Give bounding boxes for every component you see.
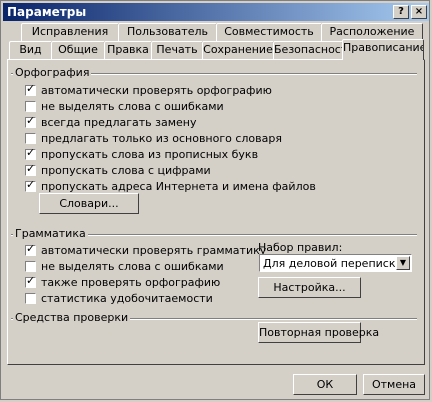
- checkbox-label: пропускать адреса Интернета и имена файл…: [41, 180, 316, 193]
- writing-style-select[interactable]: Для деловой переписки ▼: [259, 254, 412, 272]
- checkbox-label: предлагать только из основного словаря: [41, 132, 282, 145]
- ok-button[interactable]: ОК: [293, 374, 357, 395]
- check-icon: ✓: [26, 274, 36, 287]
- writing-style-value: Для деловой переписки: [263, 257, 403, 270]
- checkbox-label: не выделять слова с ошибками: [41, 260, 224, 273]
- tab-user-info[interactable]: Пользователь: [118, 23, 217, 41]
- checkbox-box: [25, 261, 36, 272]
- spelling-group-title: Орфография: [13, 66, 92, 79]
- grammar-group-title: Грамматика: [13, 227, 88, 240]
- check-icon: ✓: [26, 162, 36, 175]
- recheck-document-button[interactable]: Повторная проверка: [258, 322, 379, 343]
- rules-label: Набор правил:: [258, 241, 343, 254]
- chevron-down-icon[interactable]: ▼: [396, 256, 410, 270]
- cancel-button[interactable]: Отмена: [363, 374, 425, 395]
- checkbox-label: всегда предлагать замену: [41, 116, 197, 129]
- checkbox-label: не выделять слова с ошибками: [41, 100, 224, 113]
- check-icon: ✓: [26, 178, 36, 191]
- tab-track-changes[interactable]: Исправления: [21, 23, 119, 41]
- checkbox-label: также проверять орфографию: [41, 276, 221, 289]
- check-icon: ✓: [26, 242, 36, 255]
- checkbox-label: статистика удобочитаемости: [41, 292, 213, 305]
- tab-security[interactable]: Безопасность: [273, 41, 343, 59]
- close-button[interactable]: ×: [411, 5, 427, 19]
- grammar-settings-button[interactable]: Настройка...: [258, 277, 361, 298]
- checkbox-box: [25, 293, 36, 304]
- help-button[interactable]: ?: [393, 5, 409, 19]
- tab-print[interactable]: Печать: [151, 41, 203, 59]
- tab-general[interactable]: Общие: [51, 41, 105, 59]
- checkbox-label: автоматически проверять орфографию: [41, 84, 272, 97]
- dictionaries-button[interactable]: Словари...: [39, 193, 139, 214]
- tab-view[interactable]: Вид: [9, 41, 52, 59]
- proofing-group-title: Средства проверки: [13, 311, 131, 324]
- check-icon: ✓: [26, 146, 36, 159]
- title-bar: Параметры: [3, 3, 429, 21]
- check-icon: ✓: [26, 114, 36, 127]
- checkbox-box: [25, 101, 36, 112]
- checkbox-label: автоматически проверять грамматику: [41, 244, 267, 257]
- options-dialog: Параметры ? × Исправления Пользователь С…: [0, 0, 430, 400]
- window-title: Параметры: [7, 5, 87, 19]
- checkbox-label: пропускать слова с цифрами: [41, 164, 211, 177]
- tab-compatibility[interactable]: Совместимость: [216, 23, 322, 41]
- tab-edit[interactable]: Правка: [104, 41, 152, 59]
- checkbox-label: пропускать слова из прописных букв: [41, 148, 259, 161]
- tab-spelling-grammar[interactable]: Правописание: [342, 39, 424, 60]
- check-icon: ✓: [26, 82, 36, 95]
- checkbox-box: [25, 133, 36, 144]
- tab-save[interactable]: Сохранение: [202, 41, 274, 59]
